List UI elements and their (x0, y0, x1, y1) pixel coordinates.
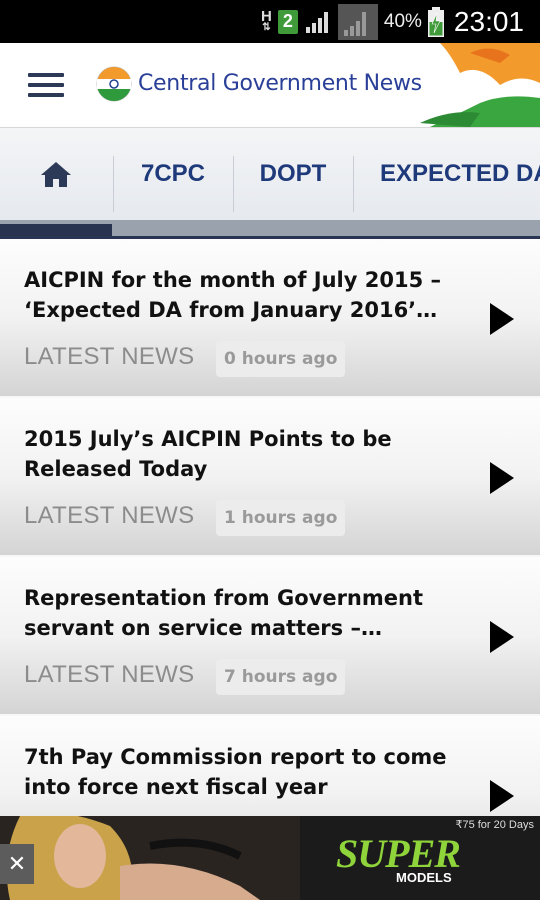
news-title: AICPIN for the month of July 2015 – ‘Exp… (24, 268, 441, 322)
news-title: 7th Pay Commission report to come into f… (24, 745, 447, 799)
ad-banner[interactable]: ₹75 for 20 Days SUPER MODELS (0, 816, 540, 900)
list-item[interactable]: 2015 July’s AICPIN Points to be Released… (0, 398, 540, 557)
menu-icon[interactable] (28, 73, 64, 99)
news-category: LATEST NEWS (24, 661, 195, 688)
app-logo (96, 66, 132, 102)
sim-indicator: 2 (277, 9, 298, 34)
battery-charging-icon (427, 6, 444, 37)
ad-subtitle: MODELS (396, 870, 452, 885)
network-type-indicator: H ⇅ (261, 7, 272, 33)
close-icon[interactable]: ✕ (0, 844, 34, 884)
tricolor-splash-decoration (420, 43, 540, 127)
news-category: LATEST NEWS (24, 502, 195, 529)
news-timestamp: 0 hours ago (216, 341, 346, 377)
tab-divider (353, 156, 354, 212)
play-arrow-icon[interactable] (490, 462, 514, 494)
tab-home[interactable] (0, 128, 112, 220)
home-icon (41, 162, 71, 187)
news-title: Representation from Government servant o… (24, 586, 423, 640)
news-timestamp: 1 hours ago (216, 500, 346, 536)
status-icons: H ⇅ 2 40% 23:01 (261, 0, 540, 43)
status-bar: H ⇅ 2 40% 23:01 (0, 0, 540, 43)
signal-icon (304, 9, 332, 35)
play-arrow-icon[interactable] (490, 303, 514, 335)
play-arrow-icon[interactable] (490, 621, 514, 653)
clock: 23:01 (453, 5, 524, 37)
list-item[interactable]: Representation from Government servant o… (0, 557, 540, 716)
signal-secondary-icon (337, 3, 378, 40)
app-bar: Central Government News (0, 43, 540, 128)
news-timestamp: 7 hours ago (216, 659, 346, 695)
battery-percent: 40% (383, 10, 422, 32)
news-list: AICPIN for the month of July 2015 – ‘Exp… (0, 239, 540, 816)
news-title: 2015 July’s AICPIN Points to be Released… (24, 427, 392, 481)
app-title: Central Government News (138, 71, 422, 96)
list-item[interactable]: 7th Pay Commission report to come into f… (0, 716, 540, 816)
list-item[interactable]: AICPIN for the month of July 2015 – ‘Exp… (0, 239, 540, 398)
play-arrow-icon[interactable] (490, 780, 514, 812)
tab-expected-da[interactable]: EXPECTED DA (380, 128, 540, 220)
news-category: LATEST NEWS (24, 343, 195, 370)
tab-dopt[interactable]: DOPT (234, 128, 352, 220)
ad-price: ₹75 for 20 Days (455, 819, 534, 831)
tab-7cpc[interactable]: 7CPC (114, 128, 232, 220)
ad-model-image (0, 816, 300, 900)
category-tabs: 7CPC DOPT EXPECTED DA (0, 128, 540, 220)
